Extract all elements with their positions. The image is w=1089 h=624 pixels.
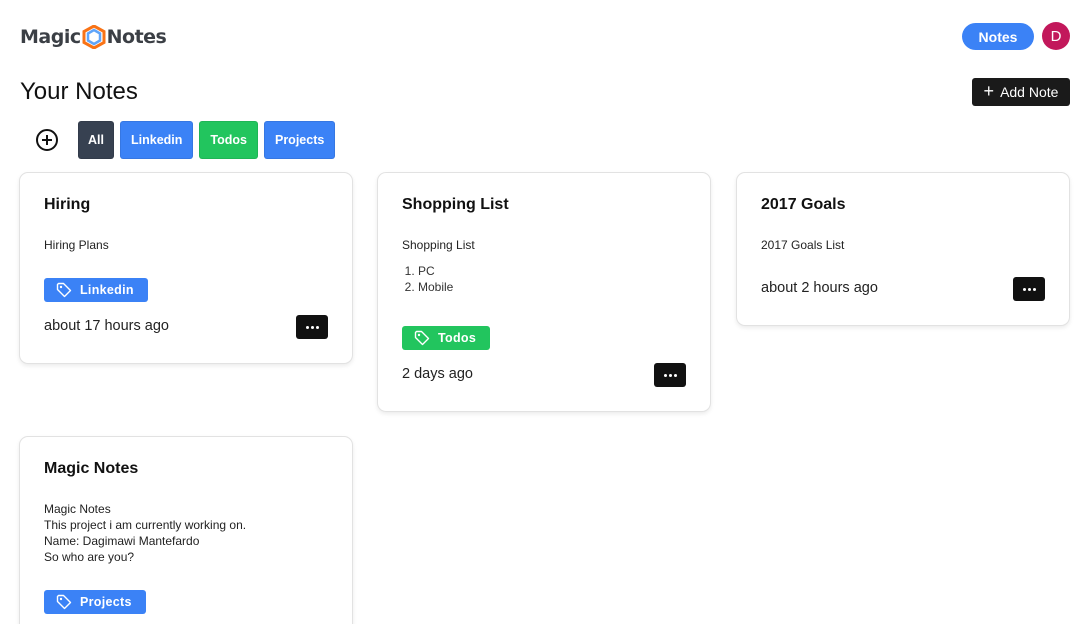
plus-icon: + <box>983 81 995 101</box>
note-title: Shopping List <box>402 196 509 213</box>
note-card[interactable]: Hiring Hiring Plans Linkedin about 17 ho… <box>19 172 353 364</box>
more-options-button[interactable] <box>1013 277 1045 301</box>
app-logo[interactable]: Magic Notes <box>20 24 167 50</box>
note-timestamp: about 17 hours ago <box>44 318 169 334</box>
filter-chip-linkedin[interactable]: Linkedin <box>120 121 194 159</box>
note-tag-label: Linkedin <box>80 283 134 297</box>
tag-filter-bar: All Linkedin Todos Projects <box>34 121 336 159</box>
note-list: PC Mobile <box>402 263 475 295</box>
tag-icon <box>414 330 430 346</box>
note-content: 2017 Goals List <box>761 237 844 253</box>
note-tag[interactable]: Projects <box>44 590 146 614</box>
more-options-button[interactable] <box>654 363 686 387</box>
note-timestamp: 2 days ago <box>402 366 473 382</box>
note-content: Shopping List PC Mobile <box>402 237 475 295</box>
add-circle-icon[interactable] <box>34 127 60 153</box>
note-content-line: Name: Dagimawi Mantefardo <box>44 534 200 548</box>
note-content: Magic Notes This project i am currently … <box>44 501 246 565</box>
page-title: Your Notes <box>20 78 138 105</box>
add-note-label: Add Note <box>1000 84 1059 100</box>
list-item: Mobile <box>418 279 475 295</box>
tag-icon <box>56 282 72 298</box>
tag-icon <box>56 594 72 610</box>
note-content-line: Magic Notes <box>44 502 111 516</box>
note-tag-label: Todos <box>438 331 477 345</box>
filter-chip-all[interactable]: All <box>78 121 114 159</box>
note-tag[interactable]: Linkedin <box>44 278 148 302</box>
more-options-button[interactable] <box>296 315 328 339</box>
list-item: PC <box>418 263 475 279</box>
note-content-line: 2017 Goals List <box>761 238 845 252</box>
logo-text-notes: Notes <box>106 26 167 48</box>
logo-mark-icon <box>82 25 106 49</box>
note-tag[interactable]: Todos <box>402 326 491 350</box>
note-content-line: This project i am currently working on. <box>44 518 247 532</box>
add-note-button[interactable]: + Add Note <box>972 78 1070 106</box>
user-avatar[interactable]: D <box>1042 22 1070 50</box>
note-title: Magic Notes <box>44 460 139 477</box>
logo-text-magic: Magic <box>20 26 81 48</box>
note-card[interactable]: Shopping List Shopping List PC Mobile To… <box>377 172 711 412</box>
note-content-line: Shopping List <box>402 238 475 252</box>
note-content-line: So who are you? <box>44 550 135 564</box>
app-header: Magic Notes Notes D <box>0 0 1089 72</box>
note-content: Hiring Plans <box>44 237 109 253</box>
note-title: Hiring <box>44 196 91 213</box>
filter-chip-projects[interactable]: Projects <box>263 121 336 159</box>
note-card[interactable]: 2017 Goals 2017 Goals List about 2 hours… <box>736 172 1070 326</box>
note-content-line: Hiring Plans <box>44 238 109 252</box>
note-timestamp: about 2 hours ago <box>761 280 878 296</box>
filter-chip-todos[interactable]: Todos <box>199 121 258 159</box>
note-tag-label: Projects <box>80 595 132 609</box>
nav-notes-button[interactable]: Notes <box>962 23 1034 50</box>
note-card[interactable]: Magic Notes Magic Notes This project i a… <box>19 436 353 624</box>
note-title: 2017 Goals <box>761 196 846 213</box>
